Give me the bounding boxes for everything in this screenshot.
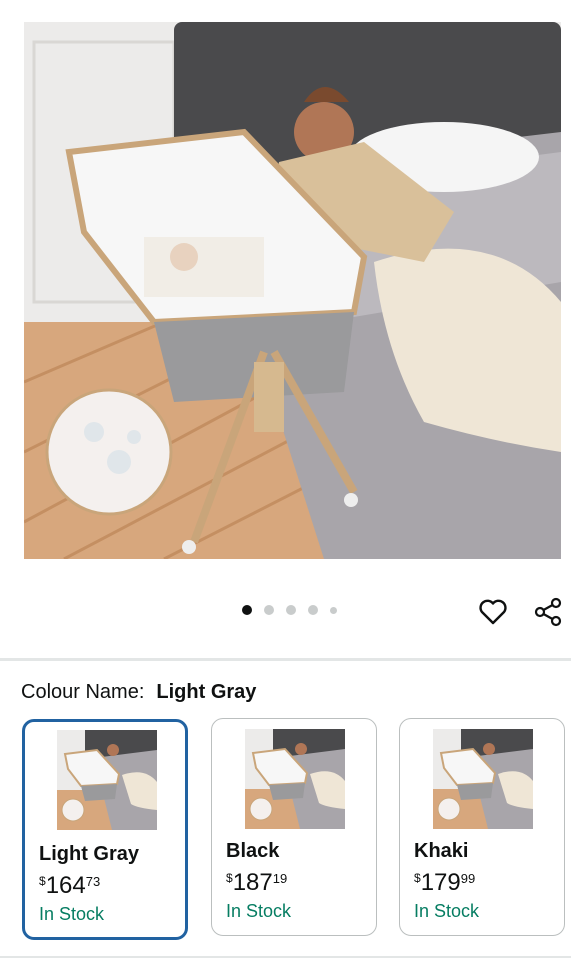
image-pagination[interactable] (242, 605, 337, 615)
stock-status: In Stock (39, 904, 105, 924)
share-icon[interactable] (532, 596, 564, 628)
swatch-price: $18719 (226, 869, 288, 896)
colour-name-row: Colour Name: Light Gray (21, 681, 256, 704)
heart-icon[interactable] (477, 596, 509, 628)
swatch-thumbnail (245, 729, 345, 829)
swatch-khaki[interactable]: Khaki $17999 In Stock (399, 718, 565, 936)
swatch-name: Khaki (414, 840, 469, 862)
swatch-price: $17999 (414, 869, 476, 896)
swatch-black[interactable]: Black $18719 In Stock (211, 718, 377, 936)
clipped-header-text (0, 0, 571, 14)
product-main-image[interactable] (24, 22, 561, 559)
swatch-name: Light Gray (39, 843, 140, 865)
stock-status: In Stock (226, 901, 292, 921)
pagination-dot-5[interactable] (330, 606, 337, 614)
swatch-thumbnail (57, 730, 157, 830)
stock-status: In Stock (414, 901, 480, 921)
swatch-price: $16473 (39, 872, 101, 899)
swatch-thumbnail (433, 729, 533, 829)
pagination-dot-2[interactable] (264, 605, 274, 615)
bedside-crib-photo (24, 22, 561, 559)
swatch-light-gray[interactable]: Light Gray $16473 In Stock (22, 719, 188, 940)
section-divider (0, 658, 571, 661)
pagination-dot-1[interactable] (242, 605, 252, 615)
selected-colour: Light Gray (156, 681, 257, 703)
colour-label: Colour Name: (21, 681, 145, 703)
pagination-dot-3[interactable] (286, 605, 296, 615)
swatch-name: Black (226, 840, 280, 862)
bottom-divider (0, 956, 571, 958)
pagination-dot-4[interactable] (308, 605, 318, 615)
